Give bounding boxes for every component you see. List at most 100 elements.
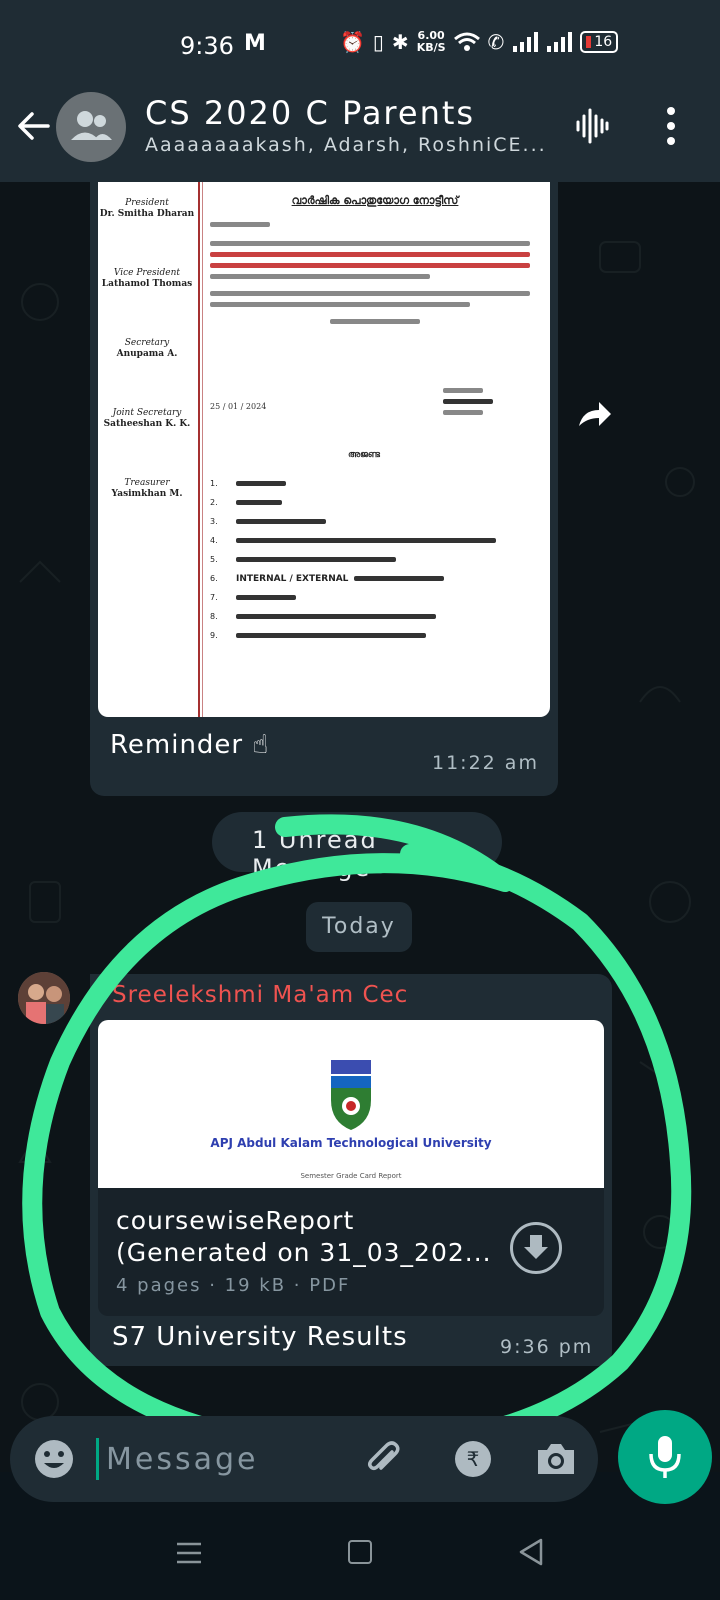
unread-text: 1 Unread Message [252,826,378,882]
unread-banner: 1 Unread Message [212,812,502,882]
agenda-item: 6. INTERNAL / EXTERNAL [210,569,540,588]
nav-back-icon[interactable] [518,1538,544,1566]
sender-avatar[interactable] [18,972,70,1024]
status-icons: ⏰ ▯ ✱ 6.00 KB/S ✆ 16 [340,30,619,54]
wifi-call-icon: ✆ [487,30,505,54]
agenda-item: 1. [210,474,540,493]
agenda-item: 9. [210,626,540,645]
pdf-message-bubble[interactable]: Sreelekshmi Ma'am Cec APJ Abdul Kalam Te… [90,974,612,1366]
status-time: 9:36 [180,32,234,60]
message-composer: ₹ [10,1416,598,1502]
svg-text:₹: ₹ [467,1447,480,1471]
message-input[interactable] [106,1434,346,1484]
officer-role: President [125,198,169,208]
file-name-continued: (Generated on 31_03_202... [116,1238,492,1267]
text-line [210,291,530,296]
pdf-thumbnail[interactable]: APJ Abdul Kalam Technological University… [98,1020,604,1188]
signal-1-icon [513,32,539,52]
camera-icon[interactable] [534,1438,578,1480]
download-button[interactable] [510,1222,562,1274]
text-line [210,274,430,279]
text-cursor [96,1438,99,1480]
notice-body: വാർഷിക പൊതുയോഗ നോട്ടീസ് [210,194,540,324]
alarm-icon: ⏰ [340,30,365,54]
agenda-item: 4. [210,531,540,550]
chat-header: CS 2020 C Parents Aaaaaaaakash, Adarsh, … [0,90,720,182]
download-icon [524,1235,548,1259]
doc-divider [198,182,200,717]
text-line [443,399,493,404]
mic-icon [649,1436,681,1478]
more-vert-icon[interactable] [664,106,678,146]
agenda-item: 5. [210,550,540,569]
officer-role: Vice President [113,268,181,278]
text-line [210,302,470,307]
gmail-icon: M [244,31,266,56]
recents-icon[interactable] [176,1540,202,1566]
chat-participants[interactable]: Aaaaaaaakash, Adarsh, RoshniCE... [145,134,545,156]
message-time: 11:22 am [432,752,539,774]
officer-entry: Joint Secretary Satheeshan K. K. [98,408,196,430]
officer-name: Yasimkhan M. [111,489,183,499]
chat-area[interactable]: President Dr. Smitha Dharan Vice Preside… [0,182,720,1472]
forward-icon[interactable] [575,394,615,434]
officer-name: Dr. Smitha Dharan [99,209,195,219]
paperclip-icon[interactable] [362,1438,404,1480]
chat-title[interactable]: CS 2020 C Parents [145,94,475,132]
pdf-attachment[interactable]: APJ Abdul Kalam Technological University… [98,1020,604,1316]
university-logo [331,1060,371,1130]
agenda-internal: INTERNAL / EXTERNAL [236,573,349,584]
group-avatar[interactable] [56,92,126,162]
message-caption: Reminder ☝ [110,730,270,760]
network-speed: 6.00 KB/S [417,30,446,54]
sender-name[interactable]: Sreelekshmi Ma'am Cec [112,982,408,1008]
agenda-item: 8. [210,607,540,626]
officers-column: President Dr. Smitha Dharan Vice Preside… [98,182,196,717]
waveform-icon[interactable] [575,108,609,144]
vibrate-icon: ▯ [372,30,384,54]
officer-entry: President Dr. Smitha Dharan [98,198,196,220]
text-line [443,410,483,415]
message-time: 9:36 pm [500,1336,594,1358]
message-caption: S7 University Results [112,1322,408,1352]
text-line [210,241,530,246]
text-line [210,263,530,268]
agenda-item: 3. [210,512,540,531]
text-line [210,222,270,227]
report-subtitle: Semester Grade Card Report [300,1172,402,1180]
text-line [443,388,483,393]
notice-image[interactable]: President Dr. Smitha Dharan Vice Preside… [98,182,550,717]
officer-name: Anupama A. [116,349,178,359]
status-bar: 9:36 M ⏰ ▯ ✱ 6.00 KB/S ✆ 16 [0,0,720,90]
signature-block [443,382,493,415]
officer-entry: Treasurer Yasimkhan M. [98,478,196,500]
system-nav-bar [0,1512,720,1600]
signal-2-icon [547,32,573,52]
home-icon[interactable] [348,1540,372,1564]
text-line [210,252,530,257]
avatar-photo [18,972,70,1024]
arrow-left-icon[interactable] [16,108,52,144]
officer-entry: Vice President Lathamol Thomas [98,268,196,290]
officer-name: Lathamol Thomas [101,279,193,289]
agenda-item: 7. [210,588,540,607]
doc-divider [202,182,203,717]
agenda-title: അജണ്ട [348,450,380,460]
emoji-icon[interactable] [32,1437,76,1481]
notice-date: 25 / 01 / 2024 [210,402,267,411]
rupee-icon[interactable]: ₹ [452,1438,494,1480]
officer-entry: Secretary Anupama A. [98,338,196,360]
image-message-bubble[interactable]: President Dr. Smitha Dharan Vice Preside… [90,182,558,796]
agenda-item: 2. [210,493,540,512]
file-meta: 4 pages · 19 kB · PDF [116,1275,351,1296]
battery-icon: 16 [580,31,619,53]
officer-role: Secretary [124,338,170,348]
mic-button[interactable] [618,1410,712,1504]
officer-role: Joint Secretary [112,408,182,418]
battery-level: 16 [594,34,613,50]
text-line [330,319,420,324]
notice-heading: വാർഷിക പൊതുയോഗ നോട്ടീസ് [291,194,459,207]
group-icon [71,111,112,140]
officer-role: Treasurer [124,478,170,488]
wifi-icon [453,32,480,51]
